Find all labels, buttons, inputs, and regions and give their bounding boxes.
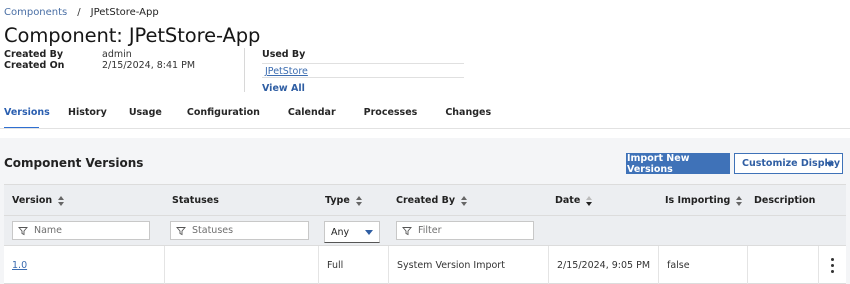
tab-processes[interactable]: Processes — [364, 101, 418, 129]
filter-icon — [18, 226, 28, 235]
sort-icon[interactable] — [355, 195, 363, 206]
versions-table: Version Statuses Type Created By Date Is… — [4, 184, 846, 284]
caret-down-icon — [365, 230, 373, 235]
cell-version: 1.0 — [4, 246, 164, 284]
filter-icon — [402, 226, 412, 235]
created-by-label: Created By — [4, 49, 64, 60]
tab-versions[interactable]: Versions — [4, 101, 50, 129]
column-header-date[interactable]: Date — [555, 195, 593, 206]
cell-date: 2/15/2024, 9:05 PM — [548, 246, 658, 284]
sort-desc-icon[interactable] — [586, 195, 593, 206]
tab-usage[interactable]: Usage — [129, 101, 162, 129]
filter-row: Name Statuses Any Filter — [4, 216, 846, 246]
customize-display-button[interactable]: Customize Display — [734, 153, 843, 174]
overflow-menu-icon[interactable] — [818, 246, 846, 284]
sort-icon[interactable] — [736, 195, 743, 206]
column-header-created-by[interactable]: Created By — [396, 195, 468, 206]
section-title: Component Versions — [4, 156, 144, 170]
tab-calendar[interactable]: Calendar — [288, 101, 336, 129]
used-by-jpetstore-link[interactable]: JPetStore — [262, 64, 464, 77]
component-tabs: Versions History Usage Configuration Cal… — [0, 101, 491, 129]
tab-history[interactable]: History — [68, 101, 107, 129]
tab-changes[interactable]: Changes — [445, 101, 491, 129]
tab-configuration[interactable]: Configuration — [187, 101, 260, 129]
version-filter-input[interactable]: Name — [12, 221, 150, 240]
sort-icon[interactable] — [58, 195, 65, 206]
page-title: Component: JPetStore-App — [4, 24, 261, 47]
breadcrumb-separator: / — [77, 7, 81, 18]
column-header-statuses: Statuses — [172, 195, 219, 206]
created-on-value: 2/15/2024, 8:41 PM — [102, 60, 196, 71]
cell-statuses — [164, 246, 318, 284]
table-row: 1.0 Full System Version Import 2/15/2024… — [4, 246, 846, 284]
column-header-type[interactable]: Type — [325, 195, 363, 206]
cell-is-importing: false — [658, 246, 747, 284]
component-metadata: Created By admin Created On 2/15/2024, 8… — [4, 49, 195, 71]
created-by-filter-input[interactable]: Filter — [396, 221, 534, 240]
created-on-label: Created On — [4, 60, 65, 71]
column-header-version[interactable]: Version — [12, 195, 65, 206]
metadata-divider — [244, 48, 245, 92]
breadcrumb-current: JPetStore-App — [90, 7, 159, 18]
cell-type: Full — [318, 246, 388, 284]
type-filter-select[interactable]: Any — [324, 221, 380, 243]
breadcrumb-components-link[interactable]: Components — [4, 7, 67, 18]
column-header-description: Description — [754, 195, 816, 206]
breadcrumb: Components / JPetStore-App — [4, 7, 159, 18]
component-versions-panel: Component Versions Import New Versions C… — [0, 138, 850, 284]
cell-created-by: System Version Import — [388, 246, 548, 284]
table-header: Version Statuses Type Created By Date Is… — [4, 184, 846, 216]
version-link[interactable]: 1.0 — [12, 260, 27, 271]
tabs-divider — [0, 128, 850, 129]
import-new-versions-button[interactable]: Import New Versions — [626, 153, 730, 175]
used-by-section: Used By JPetStore View All — [262, 49, 464, 94]
sort-icon[interactable] — [461, 195, 468, 206]
column-header-is-importing[interactable]: Is Importing — [665, 195, 743, 206]
view-all-link[interactable]: View All — [262, 83, 464, 94]
filter-icon — [176, 226, 186, 235]
cell-description — [747, 246, 818, 284]
caret-down-icon — [826, 162, 834, 167]
created-by-value: admin — [102, 49, 132, 60]
used-by-label: Used By — [262, 49, 306, 60]
statuses-filter-input[interactable]: Statuses — [170, 221, 309, 240]
